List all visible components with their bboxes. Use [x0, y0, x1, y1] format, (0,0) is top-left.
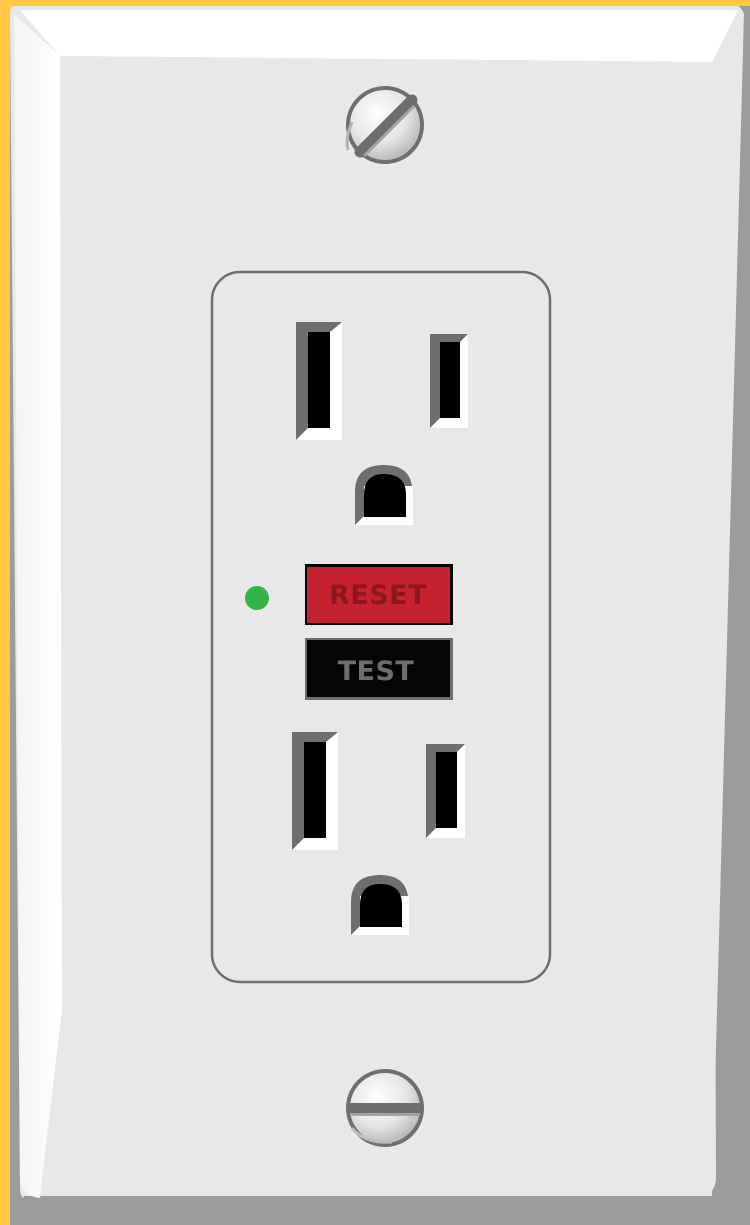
upper-hot-slot [430, 334, 468, 428]
upper-neutral-slot [296, 322, 342, 440]
upper-ground-hole [355, 465, 413, 525]
test-button[interactable]: TEST [305, 638, 453, 700]
reset-button[interactable]: RESET [305, 564, 453, 625]
bottom-screw-icon [346, 1069, 424, 1147]
lower-ground-hole [351, 875, 409, 935]
lower-neutral-slot [292, 732, 338, 850]
indicator-light [245, 586, 269, 610]
lower-hot-slot [426, 744, 465, 838]
top-screw-icon [345, 86, 424, 164]
reset-button-label: RESET [329, 580, 427, 611]
test-button-label: TEST [338, 656, 415, 687]
gfci-outlet-scene: RESET TEST [0, 0, 750, 1225]
